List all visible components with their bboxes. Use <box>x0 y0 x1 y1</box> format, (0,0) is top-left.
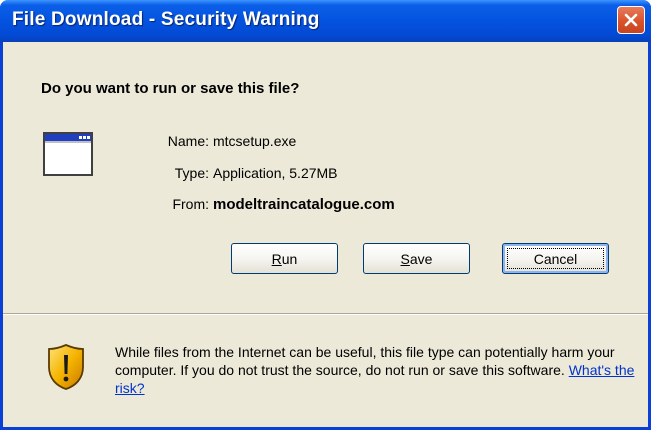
close-button[interactable] <box>617 6 645 34</box>
application-file-icon <box>43 132 93 176</box>
save-button[interactable]: Save <box>363 243 470 274</box>
from-label: From: <box>172 196 209 212</box>
close-icon <box>624 13 638 27</box>
cancel-button[interactable]: Cancel <box>502 243 609 274</box>
type-label: Type: <box>174 165 209 181</box>
warning-shield-icon <box>48 344 84 390</box>
divider <box>3 313 648 315</box>
run-button[interactable]: Run <box>231 243 338 274</box>
from-value: modeltraincatalogue.com <box>213 196 395 213</box>
name-label: Name: <box>167 133 209 149</box>
title-bar[interactable]: File Download - Security Warning <box>0 0 651 42</box>
type-value: Application, 5.27MB <box>213 165 338 181</box>
window-title: File Download - Security Warning <box>12 9 320 30</box>
question-heading: Do you want to run or save this file? <box>41 80 300 97</box>
warning-message: While files from the Internet can be use… <box>115 344 635 396</box>
name-value: mtcsetup.exe <box>213 133 297 149</box>
security-warning-dialog: File Download - Security Warning Do you … <box>0 0 651 430</box>
